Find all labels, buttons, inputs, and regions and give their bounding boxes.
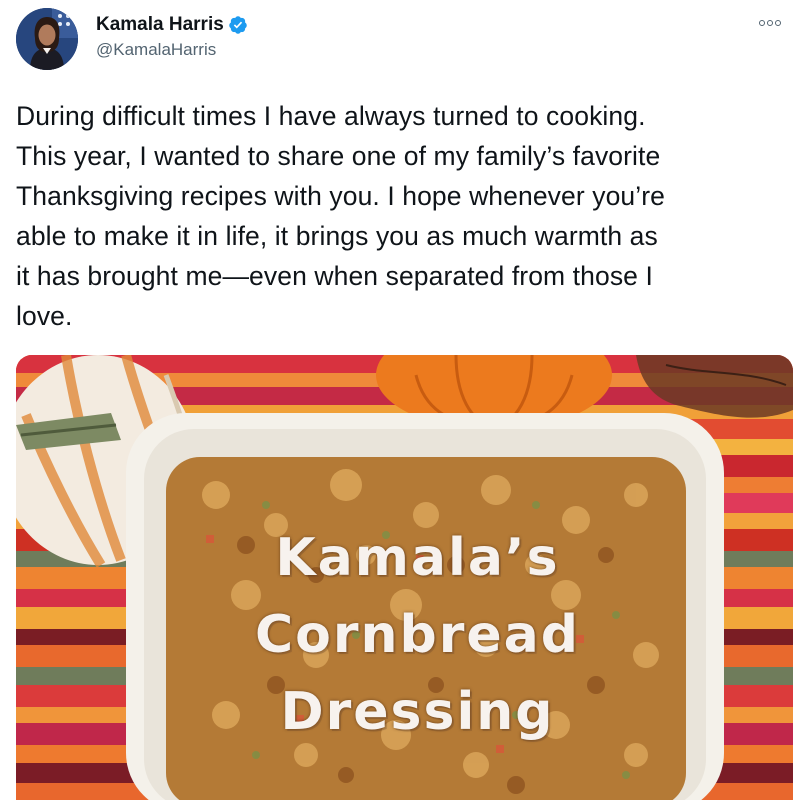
tweet-header: Kamala Harris @KamalaHarris [16, 8, 786, 70]
overlay-line-1: Kamala’s [275, 528, 560, 588]
author-names: Kamala Harris @KamalaHarris [96, 14, 248, 60]
overlay-line-3: Dressing [280, 682, 555, 742]
more-dot [759, 20, 765, 26]
more-dot [775, 20, 781, 26]
handle[interactable]: @KamalaHarris [96, 40, 248, 60]
tweet: Kamala Harris @KamalaHarris During diffi… [0, 0, 798, 800]
display-row: Kamala Harris [96, 14, 248, 36]
display-name[interactable]: Kamala Harris [96, 14, 224, 36]
avatar[interactable] [16, 8, 78, 70]
tweet-text: During difficult times I have always tur… [16, 101, 666, 331]
overlay-line-2: Cornbread [255, 605, 580, 665]
more-dot [767, 20, 773, 26]
tweet-image[interactable]: Kamala’s Cornbread Dressing [16, 355, 793, 800]
more-options-icon[interactable] [756, 14, 784, 32]
verified-badge-icon [228, 15, 248, 35]
